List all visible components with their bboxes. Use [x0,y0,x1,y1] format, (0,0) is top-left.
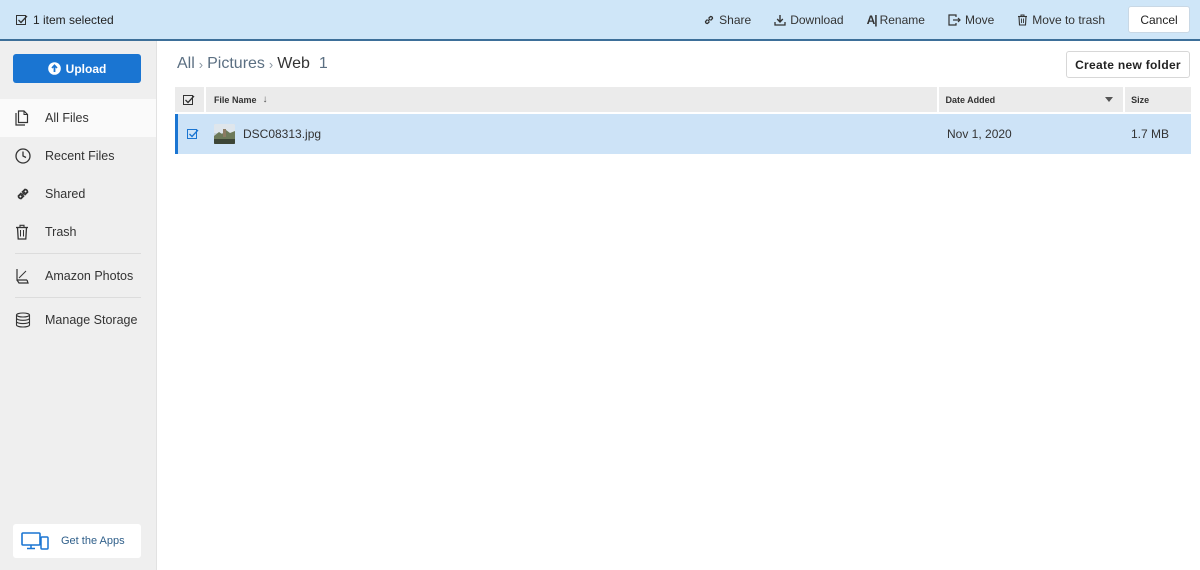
rename-button[interactable]: A| Rename [867,13,925,27]
sidebar-item-trash[interactable]: Trash [0,213,156,251]
sidebar: Upload All Files Recent Files Shared Tra… [0,41,157,570]
breadcrumb-root[interactable]: All [177,55,195,73]
upload-label: Upload [65,61,107,76]
rename-label: Rename [879,12,925,27]
selection-count-text: 1 item selected [33,12,114,27]
sidebar-item-all-files[interactable]: All Files [0,99,156,137]
chevron-right-icon: › [198,56,204,72]
breadcrumb-parent[interactable]: Pictures [207,55,265,73]
sidebar-item-label: All Files [45,111,89,125]
column-header-label: File Name [213,94,257,105]
select-all-checkbox[interactable] [175,87,204,112]
get-apps-link[interactable]: Get the Apps [13,524,141,558]
photos-icon [16,269,29,284]
file-thumbnail [214,124,235,144]
trash-icon [1018,14,1028,26]
move-button[interactable]: Move [948,13,994,27]
download-label: Download [790,12,844,27]
breadcrumb: All › Pictures › Web 1 [177,55,328,73]
sidebar-item-shared[interactable]: Shared [0,175,156,213]
caret-down-icon [1105,97,1114,102]
chevron-right-icon: › [268,56,274,72]
sidebar-item-manage-storage[interactable]: Manage Storage [0,301,156,339]
clock-icon [15,148,31,164]
link-icon [17,188,29,200]
get-apps-label: Get the Apps [61,535,125,547]
create-folder-button[interactable]: Create new folder [1066,51,1190,78]
move-icon [948,13,961,26]
share-button[interactable]: Share [703,13,751,27]
column-header-size[interactable]: Size [1125,87,1191,112]
sidebar-item-label: Shared [45,187,86,201]
trash-icon [16,224,28,240]
rename-icon: A| [866,12,878,27]
checkbox-checked-icon [187,129,199,139]
file-table: File Name ↓ Date Added Size DSC08313.jpg… [175,87,1191,154]
checkbox-checked-icon [16,14,28,25]
move-label: Move [964,12,995,27]
selection-status: 1 item selected [16,13,114,27]
sidebar-item-label: Recent Files [45,149,115,163]
sidebar-item-label: Amazon Photos [45,269,134,283]
share-label: Share [719,12,752,27]
column-header-label: Size [1131,94,1150,105]
sidebar-divider [15,297,141,298]
column-header-label: Date Added [945,94,996,105]
download-icon [774,14,786,26]
sidebar-item-label: Manage Storage [45,313,138,327]
table-header: File Name ↓ Date Added Size [175,87,1191,112]
sidebar-item-recent-files[interactable]: Recent Files [0,137,156,175]
selection-toolbar: 1 item selected Share Download A| Rename… [0,0,1200,41]
item-count: 1 [318,55,328,72]
checkbox-checked-icon [183,94,195,105]
row-checkbox[interactable] [178,128,208,140]
upload-icon [47,62,61,75]
sidebar-divider [15,253,141,254]
sidebar-item-amazon-photos[interactable]: Amazon Photos [0,257,156,295]
sidebar-item-label: Trash [45,225,77,239]
link-icon [705,15,714,24]
cancel-button[interactable]: Cancel [1128,6,1190,33]
table-row[interactable]: DSC08313.jpg Nov 1, 2020 1.7 MB [175,114,1191,154]
file-name: DSC08313.jpg [243,127,322,141]
file-size: 1.7 MB [1131,127,1170,141]
column-header-date-added[interactable]: Date Added [939,87,1124,112]
column-header-file-name[interactable]: File Name ↓ [205,87,938,112]
breadcrumb-current: Web [277,55,310,72]
sort-arrow-down-icon: ↓ [262,94,268,105]
database-icon [15,312,31,328]
file-date-added: Nov 1, 2020 [947,127,1012,141]
move-to-trash-button[interactable]: Move to trash [1017,13,1105,27]
download-button[interactable]: Download [774,12,844,27]
sidebar-nav: All Files Recent Files Shared Trash Amaz… [0,99,156,339]
devices-icon [21,532,49,550]
trash-label: Move to trash [1032,12,1105,27]
files-icon [15,110,29,126]
upload-button[interactable]: Upload [13,54,141,83]
